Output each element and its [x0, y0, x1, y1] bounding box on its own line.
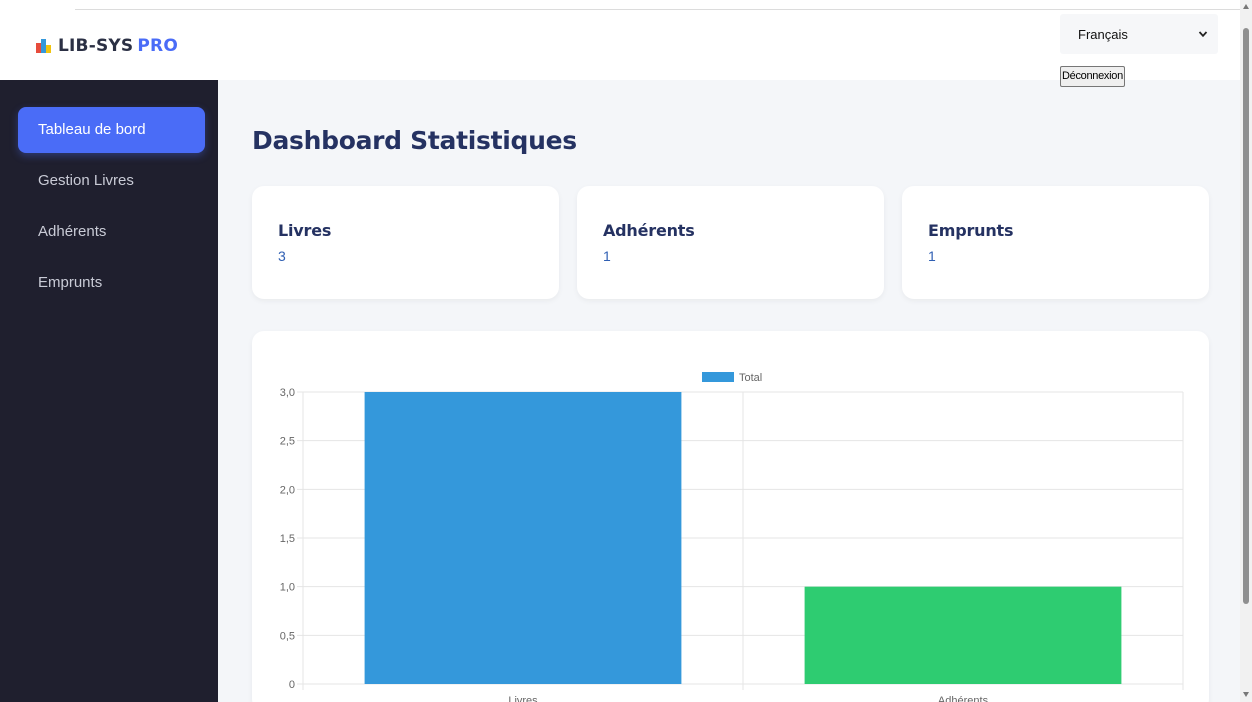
y-tick-label: 1,5: [280, 533, 295, 545]
scroll-up-icon[interactable]: [1243, 4, 1249, 9]
stat-card-loans: Emprunts 1: [902, 186, 1209, 299]
sidebar-item-loans[interactable]: Emprunts: [18, 260, 205, 306]
y-tick-label: 3,0: [280, 387, 295, 399]
y-tick-label: 1,0: [280, 582, 295, 594]
y-tick-label: 0: [289, 679, 295, 691]
top-header: LIB-SYS PRO: [0, 10, 1240, 80]
legend-swatch: [702, 372, 734, 382]
legend-label: Total: [739, 372, 762, 384]
y-tick-label: 0,5: [280, 630, 295, 642]
x-tick-label: Adhérents: [938, 695, 989, 702]
sidebar-item-books[interactable]: Gestion Livres: [18, 158, 205, 204]
vertical-scrollbar[interactable]: [1240, 0, 1252, 702]
sidebar: Tableau de bord Gestion Livres Adhérents…: [0, 80, 218, 702]
stat-card-members: Adhérents 1: [577, 186, 884, 299]
sidebar-item-members[interactable]: Adhérents: [18, 209, 205, 255]
language-select-value: Français: [1078, 26, 1128, 42]
page-title: Dashboard Statistiques: [252, 126, 577, 155]
stat-value: 1: [928, 248, 936, 264]
scrollbar-thumb[interactable]: [1243, 28, 1249, 604]
stat-value: 3: [278, 248, 286, 264]
stat-value: 1: [603, 248, 611, 264]
bar-chart: 0 0,5 1,0 1,5 2,0 2,5 3,0 Livres Adhérents Total: [280, 372, 1184, 702]
y-tick-label: 2,0: [280, 484, 295, 496]
logout-button[interactable]: Déconnexion: [1060, 66, 1125, 87]
scroll-down-icon[interactable]: [1243, 692, 1249, 697]
stat-card-books: Livres 3: [252, 186, 559, 299]
stat-label: Livres: [278, 221, 332, 240]
y-tick-label: 2,5: [280, 436, 295, 448]
sidebar-item-dashboard[interactable]: Tableau de bord: [18, 107, 205, 153]
x-tick-label: Livres: [508, 695, 538, 702]
chevron-down-icon: [1198, 31, 1208, 38]
stat-label: Adhérents: [603, 221, 695, 240]
app-logo[interactable]: LIB-SYS PRO: [36, 36, 178, 56]
language-select[interactable]: Français: [1060, 14, 1218, 54]
logo-text: LIB-SYS PRO: [58, 36, 178, 56]
bar-0: [364, 392, 682, 684]
logo-accent: PRO: [137, 36, 178, 56]
books-icon: [36, 39, 52, 53]
bar-1: [804, 586, 1122, 684]
stat-label: Emprunts: [928, 221, 1014, 240]
